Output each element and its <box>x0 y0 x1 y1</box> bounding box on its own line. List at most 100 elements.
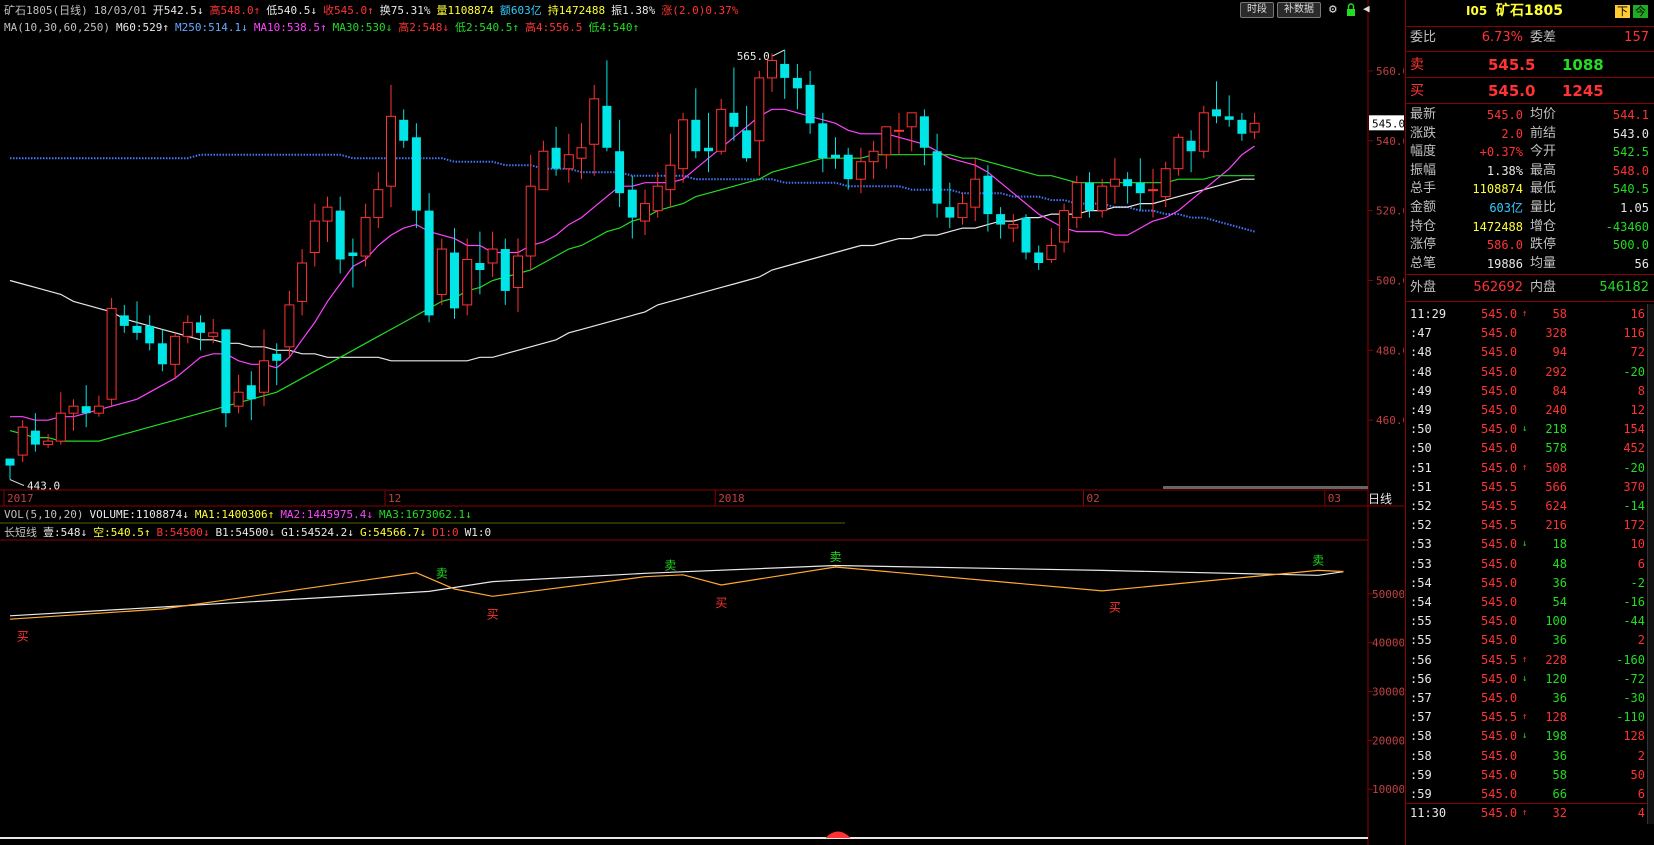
tick-row[interactable]: :56 545.0 ↓ 120 -72 <box>1406 670 1654 689</box>
kline-chart-svg[interactable]: 560.0 540.0 520.0 500.0 480.0 460.0 565.0 443.0… <box>0 0 1404 845</box>
tick-arrow: ↓ <box>1522 424 1528 435</box>
stat-label: 均价 <box>1530 107 1557 122</box>
tick-row[interactable]: 11:30 545.0 ↑ 32 4 <box>1406 804 1654 823</box>
stat-value: 56 <box>1634 256 1649 271</box>
tick-row[interactable]: :59 545.0 66 6 <box>1406 785 1654 804</box>
tick-row[interactable]: :48 545.0 292 -20 <box>1406 363 1654 382</box>
ma-legend-item: 高2:548↓ <box>398 21 450 34</box>
candle-body-down <box>831 154 840 159</box>
stat-label: 增仓 <box>1530 218 1557 234</box>
tick-row[interactable]: :50 545.0 ↓ 218 154 <box>1406 420 1654 439</box>
tick-row[interactable]: :56 545.5 ↑ 228 -160 <box>1406 651 1654 670</box>
tick-row[interactable]: :57 545.5 ↑ 128 -110 <box>1406 708 1654 727</box>
buy-signal-label: 买 <box>487 607 499 621</box>
tick-row[interactable]: :47 545.0 328 116 <box>1406 324 1654 343</box>
candle-body-up <box>957 203 968 219</box>
header-item: 额603亿 <box>499 4 542 17</box>
stat-value: 586.0 <box>1486 238 1523 253</box>
tick-volume: 32 <box>1552 806 1567 821</box>
sell-price[interactable]: 545.5 <box>1488 54 1535 76</box>
tick-row[interactable]: :55 545.0 100 -44 <box>1406 612 1654 631</box>
tick-row[interactable]: :49 545.0 240 12 <box>1406 401 1654 420</box>
tick-row[interactable]: 11:29 545.0 ↑ 58 16 <box>1406 305 1654 324</box>
x-axis-label: 2018 <box>718 492 745 505</box>
candle-body-down <box>1224 116 1234 120</box>
tick-row[interactable]: :58 545.0 36 2 <box>1406 747 1654 766</box>
stat-value: 544.1 <box>1612 108 1649 122</box>
ma-legend-item: M250:514.1↓ <box>174 21 248 34</box>
stat-label: 涨停 <box>1410 237 1437 253</box>
tick-volume: 624 <box>1545 499 1567 513</box>
candle-body-up <box>208 332 219 337</box>
candle-body-down <box>1212 109 1221 117</box>
tick-row[interactable]: :49 545.0 84 8 <box>1406 382 1654 401</box>
candle-body-up <box>894 129 904 132</box>
stat-label: 量比 <box>1530 200 1557 215</box>
candle-body-down <box>602 105 612 148</box>
price-tick-label: 460.0 <box>1376 414 1404 427</box>
indicator-legend-line: 长短线 壹:548↓ 空:540.5↑ B:54500↓ B1:54500↓ G1:545… <box>4 524 497 540</box>
buy-label: 买 <box>1410 83 1424 99</box>
stat-value: 545.0 <box>1486 108 1523 122</box>
header-item: 矿石1805(日线) <box>4 4 88 17</box>
tick-volume: 240 <box>1545 403 1567 417</box>
candle-body-down <box>5 458 15 466</box>
sell-row[interactable]: 卖 545.5 1088 <box>1406 54 1654 76</box>
stat-label: 均量 <box>1530 255 1557 271</box>
tick-price: 545.0 <box>1481 614 1518 629</box>
buy-price[interactable]: 545.0 <box>1488 80 1535 102</box>
vol-legend-item: MA2:1445975.4↓ <box>280 508 374 521</box>
stat-label: 跌停 <box>1530 237 1557 253</box>
fill-data-button[interactable]: 补数据 <box>1277 2 1321 18</box>
stat-label: 振幅 <box>1410 162 1437 178</box>
tick-volume: 48 <box>1552 556 1567 571</box>
tick-volume: 18 <box>1552 537 1567 552</box>
tick-time: :51 <box>1410 479 1432 494</box>
indicator-legend-item: G:54566.7↓ <box>359 526 427 539</box>
tick-row[interactable]: :51 545.5 566 370 <box>1406 478 1654 497</box>
today-button[interactable]: 今 <box>1633 5 1648 18</box>
sell-volume: 1088 <box>1562 56 1604 74</box>
tick-row[interactable]: :53 545.0 ↓ 18 10 <box>1406 535 1654 554</box>
tick-row[interactable]: :54 545.0 36 -2 <box>1406 574 1654 593</box>
tick-time: :55 <box>1410 633 1432 648</box>
tick-time: :54 <box>1410 595 1432 609</box>
tick-oi-change: -16 <box>1623 595 1645 609</box>
tick-row[interactable]: :53 545.0 48 6 <box>1406 555 1654 574</box>
buy-row[interactable]: 买 545.0 1245 <box>1406 80 1654 102</box>
next-contract-button[interactable]: 下 <box>1615 5 1630 18</box>
tick-price: 545.5 <box>1481 518 1518 533</box>
settings-icon[interactable]: ⚙ <box>1329 2 1337 17</box>
tick-row[interactable]: :52 545.5 624 -14 <box>1406 497 1654 516</box>
candle-body-up <box>1160 168 1171 198</box>
candle-body-up <box>17 426 28 456</box>
tick-row[interactable]: :58 545.0 ↓ 198 128 <box>1406 727 1654 746</box>
tick-row[interactable]: :48 545.0 94 72 <box>1406 343 1654 362</box>
tick-oi-change: 6 <box>1637 556 1645 571</box>
lock-icon[interactable] <box>1346 2 1356 16</box>
tick-row[interactable]: :55 545.0 36 2 <box>1406 631 1654 650</box>
tick-oi-change: 370 <box>1623 479 1645 494</box>
tick-row[interactable]: :50 545.0 578 452 <box>1406 439 1654 458</box>
stat-value: 1472488 <box>1472 219 1523 234</box>
tick-oi-change: 6 <box>1637 787 1645 801</box>
tick-list-scrollbar[interactable] <box>1647 304 1654 824</box>
tick-row[interactable]: :54 545.0 54 -16 <box>1406 593 1654 612</box>
tick-row[interactable]: :59 545.0 58 50 <box>1406 766 1654 785</box>
candle-body-up <box>462 259 473 306</box>
tick-row[interactable]: :57 545.0 36 -30 <box>1406 689 1654 708</box>
tick-row[interactable]: :51 545.0 ↑ 508 -20 <box>1406 459 1654 478</box>
panel-header: I05 矿石1805 下 今 <box>1406 2 1654 22</box>
candle-body-down <box>1123 179 1133 187</box>
chart-area[interactable]: 560.0 540.0 520.0 500.0 480.0 460.0 565.0 443.0… <box>0 0 1404 845</box>
header-item: 开542.5↓ <box>152 4 204 17</box>
tick-volume: 120 <box>1545 671 1567 686</box>
period-label[interactable]: 日线 <box>1368 490 1392 507</box>
candle-body-up <box>1008 224 1019 229</box>
tick-row[interactable]: :52 545.5 216 172 <box>1406 516 1654 535</box>
collapse-arrow-icon[interactable]: ◀ <box>1363 2 1370 15</box>
volume-legend-line: VOL(5,10,20) VOLUME:1108874↓ MA1:1400306↑ M… <box>4 508 478 521</box>
indicator-tick-label: 50000 <box>1372 588 1404 601</box>
sell-signal-label: 卖 <box>1312 553 1324 567</box>
time-period-button[interactable]: 时段 <box>1240 2 1274 18</box>
